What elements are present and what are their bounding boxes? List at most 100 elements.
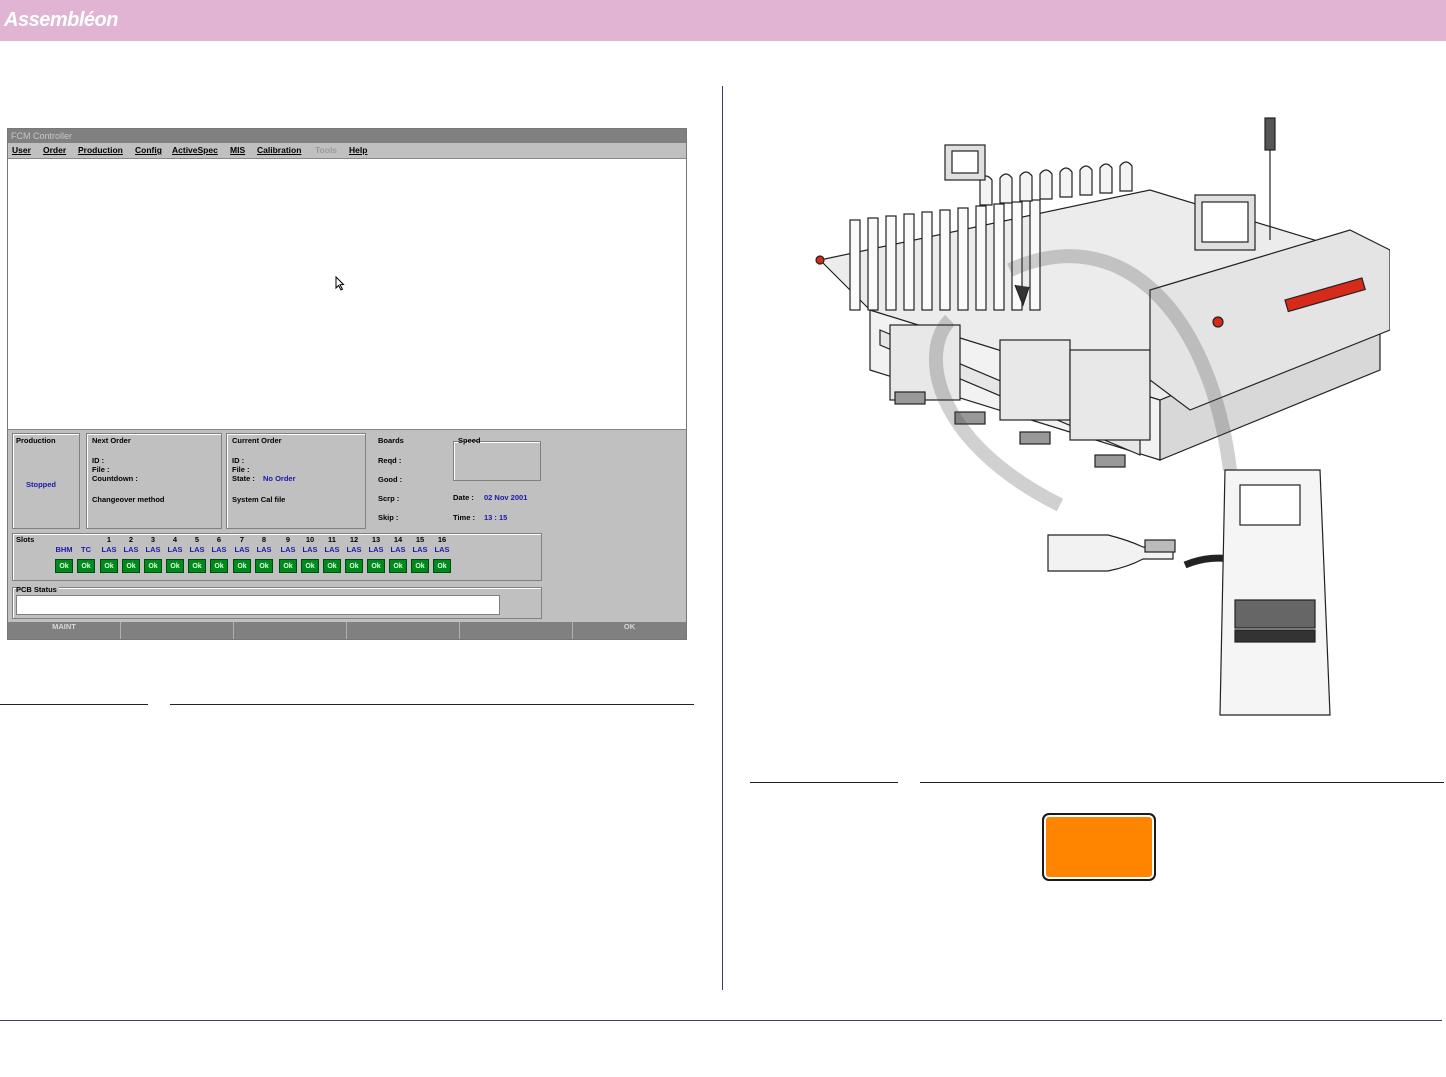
placement-machine-illustration bbox=[815, 117, 1390, 716]
slot-status-ok[interactable]: Ok bbox=[55, 559, 73, 573]
mouse-pointer-icon bbox=[335, 276, 345, 291]
slot-status-ok[interactable]: Ok bbox=[210, 559, 228, 573]
fkey-3-button[interactable] bbox=[234, 622, 347, 639]
boards-reqd: Reqd : bbox=[378, 456, 402, 465]
pcb-status-field bbox=[16, 595, 500, 615]
slot-number: 3 bbox=[150, 535, 156, 544]
date-label: Date : bbox=[453, 493, 474, 502]
slot-type: LAS bbox=[390, 545, 406, 554]
next-order-countdown: Countdown : bbox=[92, 474, 138, 483]
slot-number: 14 bbox=[393, 535, 403, 544]
slot-status-ok[interactable]: Ok bbox=[389, 559, 407, 573]
slot-number: 16 bbox=[437, 535, 447, 544]
slot-status-ok[interactable]: Ok bbox=[144, 559, 162, 573]
menu-order[interactable]: Order bbox=[43, 143, 66, 158]
slot-number: 5 bbox=[194, 535, 200, 544]
boards-skip: Skip : bbox=[378, 513, 399, 522]
slot-number: 6 bbox=[216, 535, 222, 544]
current-order-state-label: State : bbox=[232, 474, 255, 483]
slot-type: LAS bbox=[302, 545, 318, 554]
function-key-bar: MAINT OK bbox=[8, 622, 686, 639]
current-order-id: ID : bbox=[232, 456, 245, 465]
menu-calibration[interactable]: Calibration bbox=[257, 143, 301, 158]
slot-number: 12 bbox=[349, 535, 359, 544]
slot-status-ok[interactable]: Ok bbox=[255, 559, 273, 573]
slot-type: LAS bbox=[123, 545, 139, 554]
slot-number: 2 bbox=[128, 535, 134, 544]
work-area[interactable] bbox=[8, 158, 686, 430]
slot-status-ok[interactable]: Ok bbox=[433, 559, 451, 573]
slots-panel bbox=[12, 533, 542, 581]
speed-panel bbox=[453, 441, 541, 481]
section-rule-right-a bbox=[750, 782, 898, 783]
production-status: Stopped bbox=[26, 480, 56, 489]
slot-type: LAS bbox=[256, 545, 272, 554]
slot-type: LAS bbox=[101, 545, 117, 554]
slot-status-ok[interactable]: Ok bbox=[100, 559, 118, 573]
next-order-file: File : bbox=[92, 465, 110, 474]
fkey-5-button[interactable] bbox=[460, 622, 573, 639]
slot-type: LAS bbox=[234, 545, 250, 554]
slot-status-ok[interactable]: Ok bbox=[411, 559, 429, 573]
fkey-ok-button[interactable]: OK bbox=[573, 622, 686, 639]
slot-status-ok[interactable]: Ok bbox=[77, 559, 95, 573]
pcb-status-heading: PCB Status bbox=[16, 585, 59, 594]
header-banner: Assembléon bbox=[0, 0, 1446, 41]
menu-production[interactable]: Production bbox=[78, 143, 123, 158]
slot-number: 4 bbox=[172, 535, 178, 544]
slot-type: LAS bbox=[368, 545, 384, 554]
fkey-2-button[interactable] bbox=[121, 622, 234, 639]
slot-number: 13 bbox=[371, 535, 381, 544]
current-order-file: File : bbox=[232, 465, 250, 474]
slot-number: 7 bbox=[239, 535, 245, 544]
slot-type: LAS bbox=[280, 545, 296, 554]
slot-number: 1 bbox=[106, 535, 112, 544]
slot-number: 9 bbox=[285, 535, 291, 544]
menu-bar: User Order Production Config ActiveSpec … bbox=[8, 143, 686, 158]
slot-status-ok[interactable]: Ok bbox=[323, 559, 341, 573]
slot-status-ok[interactable]: Ok bbox=[345, 559, 363, 573]
menu-mis[interactable]: MIS bbox=[230, 143, 245, 158]
slot-status-ok[interactable]: Ok bbox=[188, 559, 206, 573]
slot-status-ok[interactable]: Ok bbox=[166, 559, 184, 573]
speed-heading: Speed bbox=[458, 436, 481, 445]
section-rule-left-b bbox=[170, 704, 694, 705]
slots-heading: Slots bbox=[16, 535, 35, 544]
boards-heading: Boards bbox=[378, 436, 404, 445]
fkey-maint-button[interactable]: MAINT bbox=[8, 622, 121, 639]
app-window: FCM Controller User Order Production Con… bbox=[7, 128, 687, 640]
slot-type: LAS bbox=[434, 545, 450, 554]
time-label: Time : bbox=[453, 513, 475, 522]
slot-type: LAS bbox=[211, 545, 227, 554]
menu-activespec[interactable]: ActiveSpec bbox=[172, 143, 218, 158]
menu-help[interactable]: Help bbox=[349, 143, 367, 158]
slot-status-ok[interactable]: Ok bbox=[233, 559, 251, 573]
brand-logo: Assembléon bbox=[4, 9, 118, 31]
window-title: FCM Controller bbox=[8, 129, 686, 143]
section-rule-right-b bbox=[920, 782, 1444, 783]
column-divider bbox=[722, 86, 723, 990]
slot-number: 10 bbox=[305, 535, 315, 544]
slot-type: LAS bbox=[167, 545, 183, 554]
warning-label bbox=[1042, 813, 1156, 881]
menu-user[interactable]: User bbox=[12, 143, 31, 158]
footer-rule bbox=[0, 1020, 1442, 1021]
slot-status-ok[interactable]: Ok bbox=[301, 559, 319, 573]
slot-type: BHM bbox=[55, 545, 73, 554]
fkey-4-button[interactable] bbox=[347, 622, 460, 639]
next-order-heading: Next Order bbox=[92, 436, 131, 445]
slot-number: 8 bbox=[261, 535, 267, 544]
boards-scrap: Scrp : bbox=[378, 494, 400, 503]
menu-config[interactable]: Config bbox=[135, 143, 162, 158]
slot-status-ok[interactable]: Ok bbox=[279, 559, 297, 573]
changeover-method: Changeover method bbox=[92, 495, 165, 504]
slot-type: LAS bbox=[189, 545, 205, 554]
date-value: 02 Nov 2001 bbox=[484, 493, 528, 502]
next-order-id: ID : bbox=[92, 456, 105, 465]
current-order-heading: Current Order bbox=[232, 436, 282, 445]
slot-number: 15 bbox=[415, 535, 425, 544]
system-cal-file: System Cal file bbox=[232, 495, 286, 504]
slot-status-ok[interactable]: Ok bbox=[122, 559, 140, 573]
slot-status-ok[interactable]: Ok bbox=[367, 559, 385, 573]
production-heading: Production bbox=[16, 436, 56, 445]
